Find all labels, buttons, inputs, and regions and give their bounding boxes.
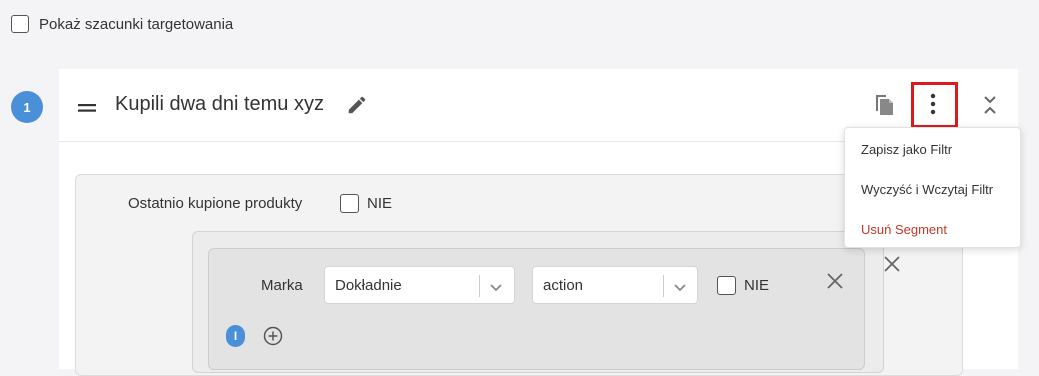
add-circle-icon[interactable] [263,326,283,346]
condition-field-label: Marka [261,277,303,294]
segment-title: Kupili dwa dni temu xyz [115,93,324,115]
close-icon[interactable] [826,272,844,290]
chevron-down-icon [673,280,687,298]
value-select-value: action [543,277,584,294]
step-number-badge: 1 [11,91,43,123]
collapse-icon[interactable] [982,94,998,116]
copy-icon[interactable] [873,93,895,117]
filter-negate-label: NIE [367,195,393,212]
filter-negate-checkbox[interactable] [340,194,359,213]
drag-handle-icon[interactable] [78,100,96,112]
select-separator [663,275,664,297]
pencil-icon[interactable] [346,94,368,116]
condition-negate-label: NIE [744,277,770,294]
recent-products-label: Ostatnio kupione produkty [128,195,303,212]
chevron-down-icon [489,280,503,298]
close-icon[interactable] [883,255,901,273]
menu-item-label: Wyczyść i Wczytaj Filtr [861,182,994,197]
logic-and-badge[interactable]: I [226,325,245,347]
value-select[interactable]: action [532,266,698,304]
menu-item-label: Usuń Segment [861,222,947,237]
show-estimates-label: Pokaż szacunki targetowania [39,16,234,33]
menu-item-label: Zapisz jako Filtr [861,142,953,157]
more-button-highlight [911,82,958,128]
condition-negate-checkbox[interactable] [717,276,736,295]
select-separator [479,275,480,297]
show-estimates-checkbox[interactable] [11,15,29,33]
segment-actions-menu: Zapisz jako Filtr Wyczyść i Wczytaj Filt… [844,127,1021,248]
operator-select[interactable]: Dokładnie [324,266,515,304]
menu-item-save-as-filter[interactable]: Zapisz jako Filtr [845,130,1020,170]
operator-select-value: Dokładnie [335,277,402,294]
menu-item-clear-and-load-filter[interactable]: Wyczyść i Wczytaj Filtr [845,170,1020,210]
menu-item-delete-segment[interactable]: Usuń Segment [845,210,1020,250]
